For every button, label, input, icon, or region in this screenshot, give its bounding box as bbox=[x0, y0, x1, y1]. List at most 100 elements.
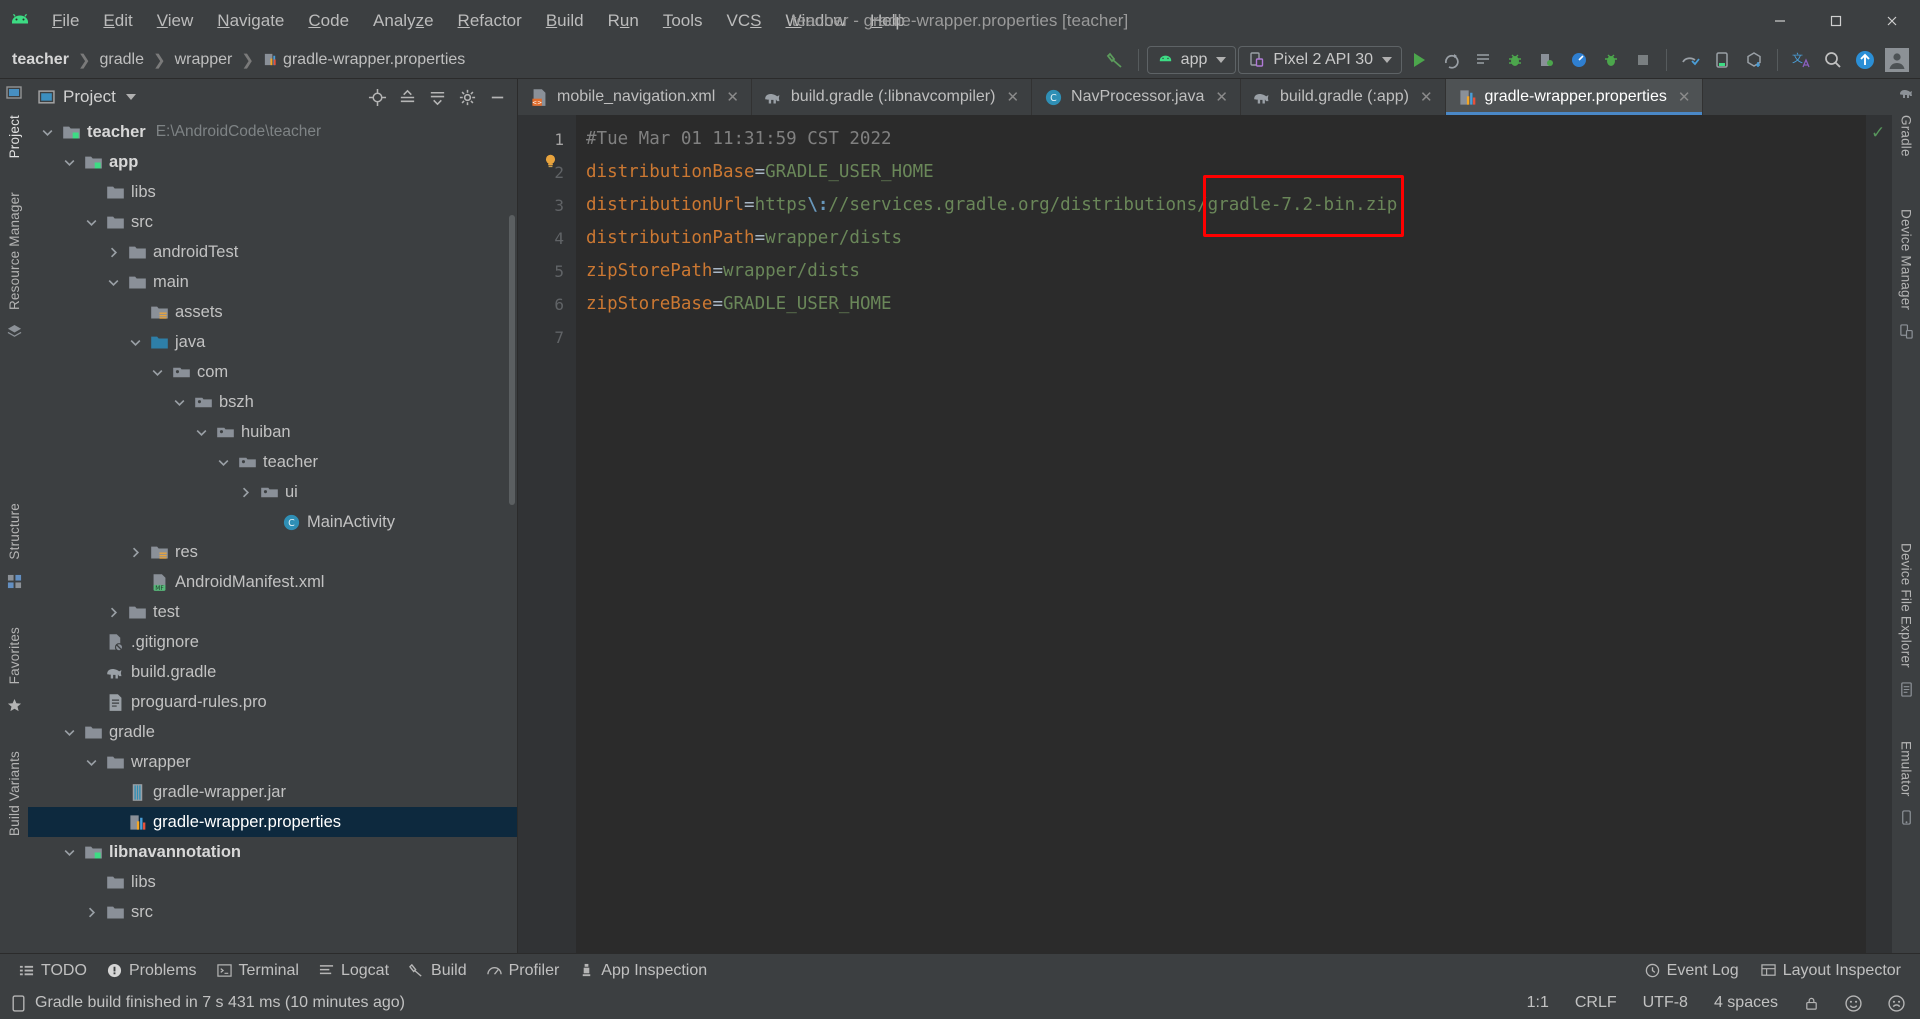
bottom-item-todo[interactable]: TODO bbox=[10, 959, 96, 983]
tree-row[interactable]: app bbox=[28, 147, 517, 177]
tree-row[interactable]: gradle-wrapper.jar bbox=[28, 777, 517, 807]
tree-row[interactable]: build.gradle bbox=[28, 657, 517, 687]
chevron-right-icon[interactable] bbox=[124, 546, 146, 559]
menu-refactor[interactable]: Refactor bbox=[446, 7, 534, 35]
tree-row[interactable]: C MainActivity bbox=[28, 507, 517, 537]
apply-code-changes-icon[interactable] bbox=[1468, 45, 1498, 75]
search-icon[interactable] bbox=[1818, 45, 1848, 75]
editor-tab[interactable]: gradle-wrapper.properties ✕ bbox=[1445, 79, 1704, 115]
tree-row[interactable]: res bbox=[28, 537, 517, 567]
editor-tab[interactable]: build.gradle (:libnavcompiler) ✕ bbox=[752, 79, 1033, 115]
menu-tools[interactable]: Tools bbox=[651, 7, 715, 35]
chevron-right-icon[interactable] bbox=[234, 486, 256, 499]
sidebar-item-device-manager[interactable]: Device Manager bbox=[1899, 201, 1914, 318]
inspection-sidebar[interactable]: ✓ bbox=[1866, 115, 1892, 953]
avd-manager-icon[interactable] bbox=[1675, 45, 1705, 75]
menu-analyze[interactable]: Analyze bbox=[361, 7, 446, 35]
tree-row[interactable]: libnavannotation bbox=[28, 837, 517, 867]
build-hammer-icon[interactable] bbox=[1100, 45, 1130, 75]
update-icon[interactable] bbox=[1850, 45, 1880, 75]
chevron-down-icon[interactable] bbox=[146, 366, 168, 379]
chevron-down-icon[interactable] bbox=[212, 456, 234, 469]
menu-file[interactable]: File bbox=[40, 7, 91, 35]
tree-row[interactable]: proguard-rules.pro bbox=[28, 687, 517, 717]
menu-navigate[interactable]: Navigate bbox=[205, 7, 296, 35]
minimize-button[interactable] bbox=[1752, 0, 1808, 41]
locate-icon[interactable] bbox=[363, 84, 391, 110]
breadcrumb-item-wrapper[interactable]: wrapper bbox=[171, 49, 237, 71]
chevron-right-icon[interactable] bbox=[102, 246, 124, 259]
tree-row[interactable]: ui bbox=[28, 477, 517, 507]
run-icon[interactable] bbox=[1404, 45, 1434, 75]
sdk-manager-icon[interactable] bbox=[1707, 45, 1737, 75]
project-tree[interactable]: teacher E:\AndroidCode\teacher app libs src a… bbox=[28, 115, 517, 953]
profiler-icon[interactable] bbox=[1564, 45, 1594, 75]
tree-row[interactable]: src bbox=[28, 897, 517, 927]
tree-row[interactable]: bszh bbox=[28, 387, 517, 417]
chevron-down-icon[interactable] bbox=[58, 726, 80, 739]
tree-row[interactable]: com bbox=[28, 357, 517, 387]
device-selector[interactable]: Pixel 2 API 30 bbox=[1238, 45, 1402, 74]
sidebar-item-device-file-explorer[interactable]: Device File Explorer bbox=[1899, 535, 1914, 676]
maximize-button[interactable] bbox=[1808, 0, 1864, 41]
chevron-down-icon[interactable] bbox=[168, 396, 190, 409]
menu-bar[interactable]: File Edit View Navigate Code Analyze Ref… bbox=[40, 7, 917, 35]
translate-icon[interactable]: 文 bbox=[1786, 45, 1816, 75]
breadcrumb-item-file[interactable]: gradle-wrapper.properties bbox=[259, 49, 469, 71]
project-tree-scrollbar[interactable] bbox=[509, 215, 515, 505]
close-icon[interactable]: ✕ bbox=[726, 88, 739, 106]
caret-position[interactable]: 1:1 bbox=[1522, 992, 1554, 1014]
sidebar-item-structure[interactable]: Structure bbox=[7, 495, 22, 568]
tree-row[interactable]: androidTest bbox=[28, 237, 517, 267]
bottom-item-event-log[interactable]: Event Log bbox=[1636, 959, 1748, 983]
code-editor[interactable]: 1 2 3 4 5 6 7 #Tue Mar 01 11:31:59 CST 2… bbox=[518, 115, 1892, 953]
tree-row[interactable]: libs bbox=[28, 867, 517, 897]
menu-window[interactable]: Window bbox=[774, 7, 858, 35]
menu-code[interactable]: Code bbox=[296, 7, 361, 35]
tree-row[interactable]: .gitignore bbox=[28, 627, 517, 657]
bottom-item-build[interactable]: Build bbox=[400, 959, 476, 983]
close-icon[interactable]: ✕ bbox=[1006, 88, 1019, 106]
debug-icon[interactable] bbox=[1500, 45, 1530, 75]
intention-bulb-icon[interactable] bbox=[542, 153, 559, 170]
sidebar-item-build-variants[interactable]: Build Variants bbox=[7, 743, 22, 844]
run-configuration-selector[interactable]: app bbox=[1146, 45, 1237, 74]
lock-icon[interactable] bbox=[1799, 994, 1824, 1013]
editor-tab[interactable]: C NavProcessor.java ✕ bbox=[1032, 79, 1241, 115]
chevron-down-icon[interactable] bbox=[80, 216, 102, 229]
sidebar-item-emulator[interactable]: Emulator bbox=[1899, 733, 1914, 805]
menu-view[interactable]: View bbox=[145, 7, 206, 35]
editor-tab-bar[interactable]: <> mobile_navigation.xml ✕ build.gradle (:l… bbox=[518, 79, 1892, 115]
feedback-happy-icon[interactable] bbox=[1840, 993, 1867, 1014]
tree-row[interactable]: java bbox=[28, 327, 517, 357]
bottom-item-logcat[interactable]: Logcat bbox=[310, 959, 398, 983]
bottom-item-app-inspection[interactable]: App Inspection bbox=[570, 959, 716, 983]
editor-tab[interactable]: build.gradle (:app) ✕ bbox=[1241, 79, 1446, 115]
sidebar-item-favorites[interactable]: Favorites bbox=[7, 619, 22, 692]
close-icon[interactable]: ✕ bbox=[1420, 88, 1433, 106]
tree-row[interactable]: teacher bbox=[28, 447, 517, 477]
chevron-down-icon[interactable] bbox=[190, 426, 212, 439]
menu-run[interactable]: Run bbox=[596, 7, 651, 35]
chevron-down-icon[interactable] bbox=[80, 756, 102, 769]
avatar-icon[interactable] bbox=[1882, 45, 1912, 75]
chevron-down-icon[interactable] bbox=[36, 126, 58, 139]
bottom-item-terminal[interactable]: Terminal bbox=[208, 959, 308, 983]
settings-gear-icon[interactable] bbox=[453, 84, 481, 110]
tree-row[interactable]: src bbox=[28, 207, 517, 237]
collapse-all-icon[interactable] bbox=[423, 84, 451, 110]
chevron-right-icon[interactable] bbox=[80, 906, 102, 919]
menu-build[interactable]: Build bbox=[534, 7, 596, 35]
tree-row[interactable]: MF AndroidManifest.xml bbox=[28, 567, 517, 597]
breadcrumb-item-teacher[interactable]: teacher bbox=[8, 49, 73, 71]
tree-row[interactable]: assets bbox=[28, 297, 517, 327]
indent-setting[interactable]: 4 spaces bbox=[1709, 992, 1783, 1014]
chevron-down-icon[interactable] bbox=[124, 336, 146, 349]
code-content[interactable]: #Tue Mar 01 11:31:59 CST 2022 distributi… bbox=[576, 115, 1866, 953]
tree-row[interactable]: main bbox=[28, 267, 517, 297]
tree-row[interactable]: gradle bbox=[28, 717, 517, 747]
sidebar-item-project[interactable]: Project bbox=[7, 107, 22, 166]
bottom-item-problems[interactable]: Problems bbox=[98, 959, 206, 983]
stop-icon[interactable] bbox=[1628, 45, 1658, 75]
breadcrumb-item-gradle[interactable]: gradle bbox=[96, 49, 148, 71]
